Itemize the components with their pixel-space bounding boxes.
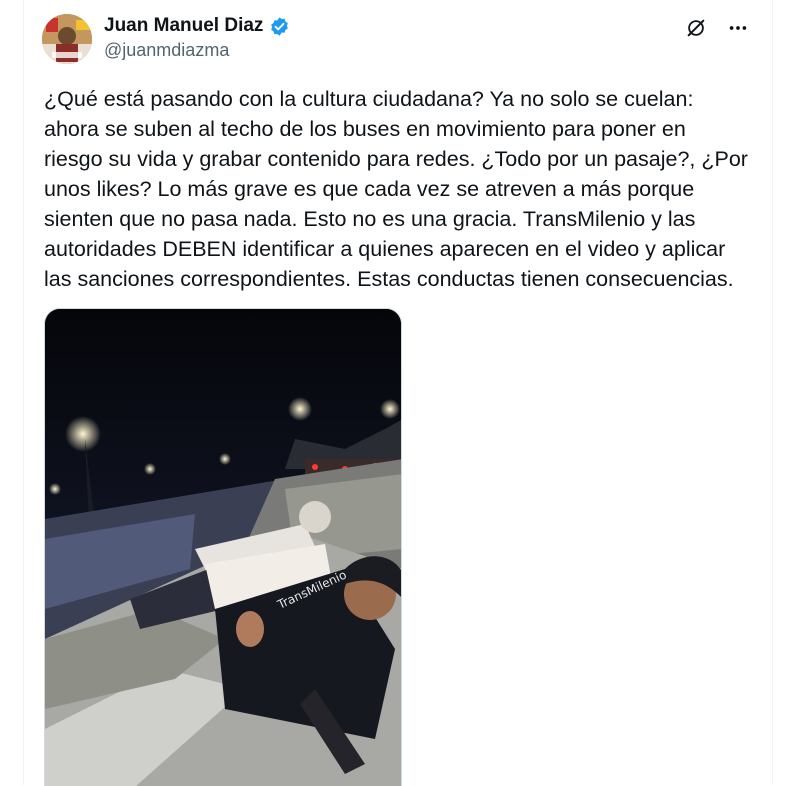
verified-badge-icon xyxy=(271,16,289,36)
tweet-media-video[interactable]: TransMilenio xyxy=(44,308,402,786)
author-display-name[interactable]: Juan Manuel Diaz xyxy=(104,15,263,37)
avatar[interactable] xyxy=(42,14,92,64)
tweet-text: ¿Qué está pasando con la cultura ciudada… xyxy=(44,87,748,291)
more-icon[interactable] xyxy=(726,16,750,40)
author-handle[interactable]: @juanmdiazma xyxy=(104,40,229,61)
grok-icon[interactable] xyxy=(684,16,708,40)
author-name-row: Juan Manuel Diaz xyxy=(104,14,290,38)
tweet-header-actions xyxy=(684,16,750,40)
avatar-image xyxy=(42,14,92,64)
video-frame: TransMilenio xyxy=(45,309,401,786)
